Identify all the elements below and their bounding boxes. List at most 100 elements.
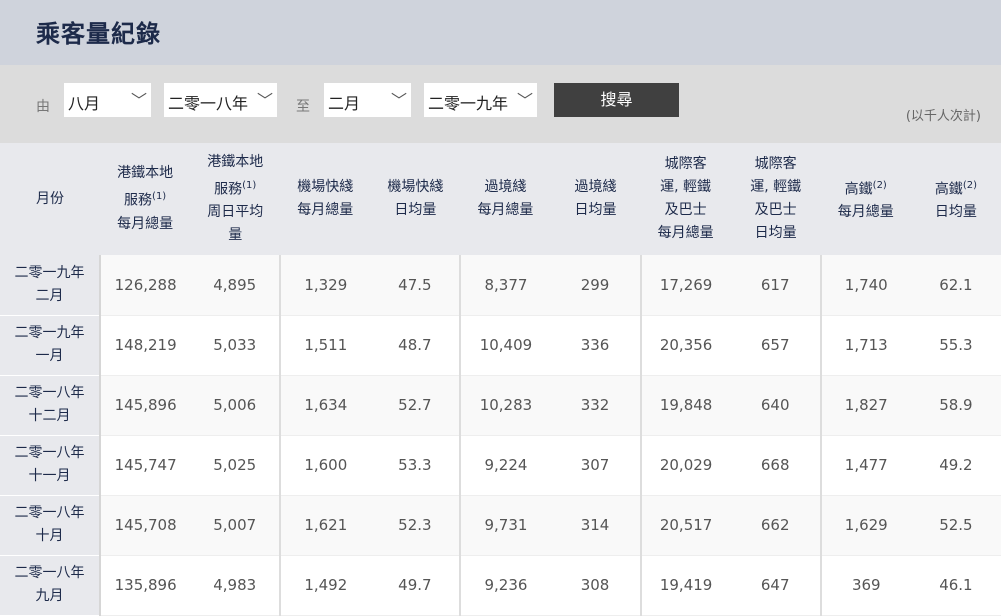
month-cell: 二零一八年 十二月 [0,375,102,436]
column-header: 城際客 運, 輕鐵 及巴士 每月總量 [640,143,731,255]
value-cell: 145,708 [100,495,191,556]
value-cell: 657 [730,315,822,376]
value-cell: 307 [550,435,642,496]
header-text: 過境綫 [574,179,617,195]
footnote-mark: (1) [152,191,167,203]
value-cell: 1,477 [820,435,911,496]
value-cell: 617 [730,255,822,316]
value-cell: 62.1 [910,255,1001,316]
to-year-select[interactable]: 二零一九年 ﹀ [424,83,537,117]
value-cell: 369 [820,555,911,616]
from-year-value: 二零一八年 [168,94,249,113]
page-title: 乘客量紀錄 [36,20,161,48]
month-cell: 二零一八年 十月 [0,495,102,556]
value-cell: 52.5 [910,495,1001,556]
month-text: 二月 [35,287,64,304]
value-cell: 336 [550,315,642,376]
table-row: 二零一九年 二月 126,288 4,895 1,329 47.5 8,377 299 17,2… [0,255,1001,316]
header-text: 服務 [214,181,243,198]
from-month-select[interactable]: 八月 ﹀ [64,83,151,117]
value-cell: 1,492 [280,555,371,616]
year-text: 二零一九年 [14,264,85,281]
value-cell: 49.7 [370,555,462,616]
column-header: 過境綫 每月總量 [460,143,551,255]
from-year-select[interactable]: 二零一八年 ﹀ [164,83,277,117]
header-text: 月份 [36,190,65,207]
header-text: 服務 [124,192,153,209]
table-row: 二零一八年 九月 135,896 4,983 1,492 49.7 9,236 308 19,4… [0,555,1001,616]
header-text: 機場快綫 [297,179,354,195]
value-cell: 308 [550,555,642,616]
header-text: 及巴士 [754,202,797,218]
value-cell: 9,224 [460,435,551,496]
value-cell: 52.7 [370,375,462,436]
value-cell: 1,634 [280,375,371,436]
to-month-value: 二月 [328,94,361,113]
to-label: 至 [296,99,310,115]
month-cell: 二零一八年 九月 [0,555,102,616]
search-button[interactable]: 搜尋 [554,83,679,117]
table-row: 二零一九年 一月 148,219 5,033 1,511 48.7 10,409 336 20,… [0,315,1001,376]
value-cell: 5,033 [190,315,282,376]
chevron-down-icon: ﹀ [130,91,147,110]
header-text: 高鐵 [844,181,873,198]
value-cell: 58.9 [910,375,1001,436]
column-header: 高鐵(2) 日均量 [910,143,1001,255]
value-cell: 4,895 [190,255,282,316]
value-cell: 1,740 [820,255,911,316]
table-row: 二零一八年 十月 145,708 5,007 1,621 52.3 9,731 314 20,5… [0,495,1001,556]
value-cell: 9,236 [460,555,551,616]
value-cell: 126,288 [100,255,191,316]
footnote-mark: (1) [242,179,257,191]
month-cell: 二零一九年 一月 [0,315,102,376]
table-row: 二零一八年 十二月 145,896 5,006 1,634 52.7 10,283 332 19… [0,375,1001,436]
value-cell: 145,747 [100,435,191,496]
header-text: 每月總量 [117,215,174,232]
header-text: 每月總量 [297,202,354,218]
month-cell: 二零一八年 十一月 [0,435,102,496]
header-text: 機場快綫 [387,179,444,195]
header-text: 城際客 [664,156,707,172]
value-cell: 48.7 [370,315,462,376]
month-text: 九月 [35,588,64,604]
year-text: 二零一八年 [14,505,85,521]
footnote-mark: (2) [872,179,887,191]
value-cell: 1,600 [280,435,371,496]
from-label: 由 [36,99,50,115]
column-header: 機場快綫 每月總量 [280,143,371,255]
column-header: 城際客 運, 輕鐵 及巴士 日均量 [730,143,821,255]
month-text: 十月 [35,528,64,544]
from-month-value: 八月 [68,94,101,113]
header-text: 日均量 [394,202,437,218]
value-cell: 5,007 [190,495,282,556]
value-cell: 9,731 [460,495,551,556]
table-row: 二零一八年 十一月 145,747 5,025 1,600 53.3 9,224 307 20,… [0,435,1001,496]
header-text: 每月總量 [477,202,534,218]
value-cell: 662 [730,495,822,556]
value-cell: 4,983 [190,555,282,616]
column-header: 高鐵(2) 每月總量 [820,143,911,255]
month-text: 十一月 [28,468,71,484]
year-text: 二零一九年 [14,325,85,341]
value-cell: 1,629 [820,495,911,556]
header-text: 日均量 [574,202,617,218]
chevron-down-icon: ﹀ [516,91,533,110]
value-cell: 1,621 [280,495,371,556]
value-cell: 10,283 [460,375,551,436]
value-cell: 10,409 [460,315,551,376]
to-month-select[interactable]: 二月 ﹀ [324,83,411,117]
value-cell: 145,896 [100,375,191,436]
chevron-down-icon: ﹀ [390,91,407,110]
ridership-table: 月份 港鐵本地 服務(1) 每月總量 港鐵本地 服務(1) 周日平均量機場快綫 每月總量 機場快… [0,143,1001,616]
value-cell: 53.3 [370,435,462,496]
header-text: 日均量 [754,225,797,241]
header-text: 及巴士 [664,202,707,218]
chevron-down-icon: ﹀ [256,91,273,110]
year-text: 二零一八年 [14,445,85,461]
value-cell: 314 [550,495,642,556]
value-cell: 47.5 [370,255,462,316]
value-cell: 19,419 [640,555,731,616]
value-cell: 148,219 [100,315,191,376]
header-text: 運, 輕鐵 [750,179,802,195]
value-cell: 17,269 [640,255,731,316]
